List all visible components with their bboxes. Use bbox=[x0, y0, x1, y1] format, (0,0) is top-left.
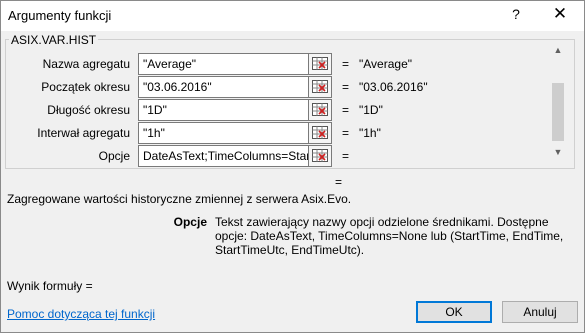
chevron-down-icon[interactable]: ▼ bbox=[549, 147, 567, 163]
arg-label: Opcje bbox=[98, 149, 130, 163]
range-select-icon[interactable] bbox=[308, 122, 332, 144]
arg-eq: = bbox=[342, 149, 350, 163]
ok-button[interactable]: OK bbox=[416, 301, 492, 323]
arg-eq: = bbox=[342, 126, 350, 140]
range-select-icon[interactable] bbox=[308, 76, 332, 98]
arg-input-opcje[interactable]: DateAsText;TimeColumns=Start bbox=[138, 145, 310, 167]
cancel-button[interactable]: Anuluj bbox=[502, 301, 578, 323]
arg-row-poczatek-okresu: Początek okresu "03.06.2016" = "03.06.20… bbox=[6, 76, 566, 98]
arguments-scrollbar[interactable]: ▲ ▼ bbox=[549, 45, 567, 163]
arg-result: "1D" bbox=[359, 103, 383, 117]
arguments-group: Nazwa agregatu "Average" = "Average" Poc… bbox=[5, 39, 575, 169]
argument-help-name: Opcje bbox=[173, 215, 207, 229]
function-description: Zagregowane wartości historyczne zmienne… bbox=[7, 192, 352, 206]
arg-result: "03.06.2016" bbox=[359, 80, 428, 94]
arg-row-nazwa-agregatu: Nazwa agregatu "Average" = "Average" bbox=[6, 53, 566, 75]
range-select-icon[interactable] bbox=[308, 145, 332, 167]
formula-result-label: Wynik formuły = bbox=[7, 279, 93, 293]
arg-result: "Average" bbox=[359, 57, 412, 71]
function-name: ASIX.VAR.HIST bbox=[9, 33, 99, 47]
arg-result: "1h" bbox=[359, 126, 381, 140]
range-select-icon[interactable] bbox=[308, 99, 332, 121]
arg-row-opcje: Opcje DateAsText;TimeColumns=Start = bbox=[6, 145, 566, 167]
dialog-title: Argumenty funkcji bbox=[8, 8, 112, 23]
arg-input-poczatek-okresu[interactable]: "03.06.2016" bbox=[138, 76, 310, 98]
arg-row-dlugosc-okresu: Długość okresu "1D" = "1D" bbox=[6, 99, 566, 121]
arg-input-dlugosc-okresu[interactable]: "1D" bbox=[138, 99, 310, 121]
help-icon[interactable]: ? bbox=[506, 6, 526, 22]
arg-row-interwal-agregatu: Interwał agregatu "1h" = "1h" bbox=[6, 122, 566, 144]
title-bar: Argumenty funkcji ? ✕ bbox=[1, 1, 584, 31]
arg-eq: = bbox=[342, 103, 350, 117]
arg-input-interwal-agregatu[interactable]: "1h" bbox=[138, 122, 310, 144]
argument-help-text: Tekst zawierający nazwy opcji odzielone … bbox=[215, 215, 564, 257]
arg-eq: = bbox=[342, 57, 350, 71]
arg-label: Nazwa agregatu bbox=[42, 57, 130, 71]
arg-label: Długość okresu bbox=[47, 103, 130, 117]
formula-equals: = bbox=[335, 175, 343, 189]
chevron-up-icon[interactable]: ▲ bbox=[549, 45, 567, 61]
arg-label: Początek okresu bbox=[41, 80, 130, 94]
range-select-icon[interactable] bbox=[308, 53, 332, 75]
scroll-thumb[interactable] bbox=[552, 83, 564, 141]
arg-eq: = bbox=[342, 80, 350, 94]
close-icon[interactable]: ✕ bbox=[549, 4, 571, 24]
arg-label: Interwał agregatu bbox=[37, 126, 130, 140]
arg-input-nazwa-agregatu[interactable]: "Average" bbox=[138, 53, 310, 75]
help-link[interactable]: Pomoc dotycząca tej funkcji bbox=[7, 307, 155, 321]
